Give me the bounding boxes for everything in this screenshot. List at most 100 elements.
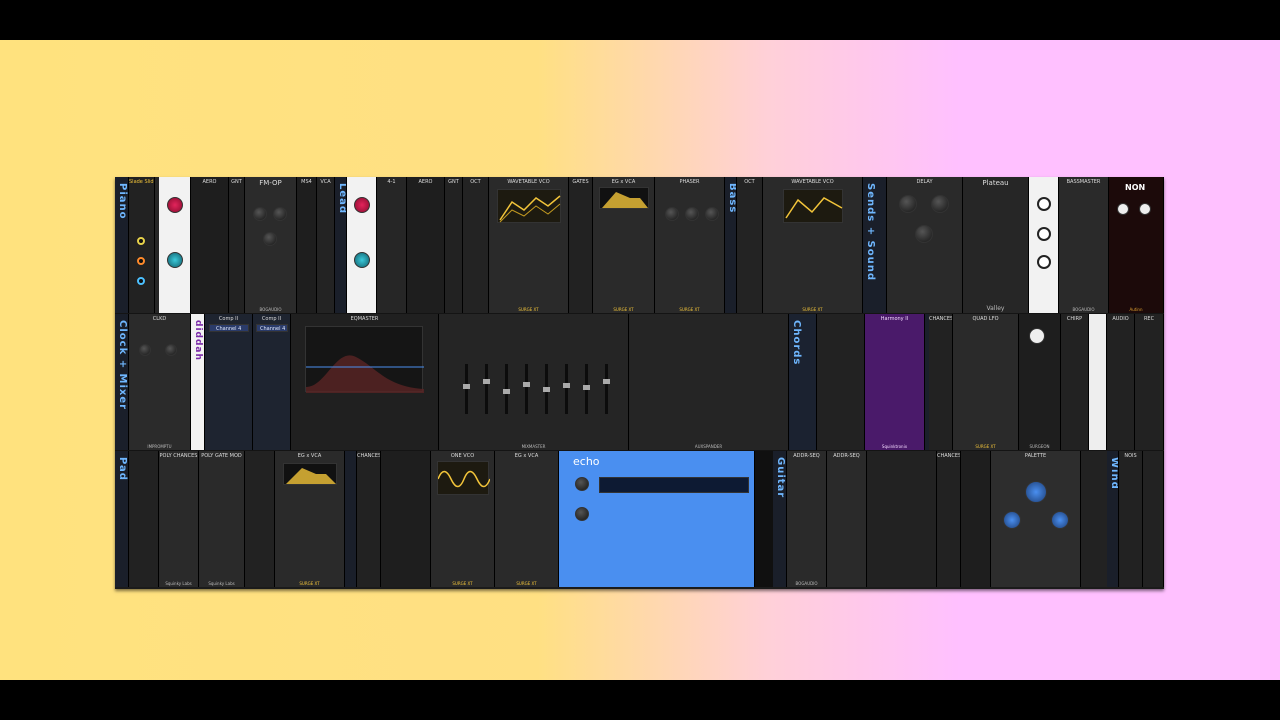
module-chances[interactable]: CHANCES — [929, 314, 953, 450]
module-plateau[interactable]: Plateau Valley — [963, 177, 1029, 313]
mixer-fader[interactable] — [583, 364, 590, 414]
module-end[interactable] — [1143, 451, 1164, 587]
module-poly-gate-mod[interactable]: POLY GATE MOD Squinky Labs — [199, 451, 245, 587]
module-chances-b[interactable]: CHANCES — [357, 451, 381, 587]
module-eg-vca-c[interactable]: EG x VCA SURGE XT — [495, 451, 559, 587]
module-misc[interactable] — [961, 451, 991, 587]
module-quad-lfo[interactable]: QUAD LFO SURGE XT — [953, 314, 1019, 450]
module-rec[interactable]: REC — [1135, 314, 1164, 450]
mixer-fader[interactable] — [523, 364, 530, 414]
module-light[interactable]: SURGEON — [1019, 314, 1061, 450]
knob[interactable] — [354, 252, 370, 268]
jack[interactable] — [137, 237, 145, 245]
knob[interactable] — [273, 207, 287, 221]
module-fm-op[interactable]: FM-OP BOGAUDIO — [245, 177, 297, 313]
module-one-vco[interactable]: ONE VCO SURGE XT — [431, 451, 495, 587]
knob[interactable] — [139, 344, 151, 356]
module-auxspander[interactable]: AUXSPANDER — [629, 314, 789, 450]
section-label-piano: Piano — [115, 177, 129, 313]
knob[interactable] — [1037, 255, 1051, 269]
knob[interactable] — [1025, 481, 1047, 503]
mixer-fader[interactable] — [543, 364, 550, 414]
module-mixmaster[interactable]: MIXMASTER — [439, 314, 629, 450]
module-non[interactable]: NON Autinn — [1109, 177, 1164, 313]
module-eqmaster[interactable]: EQMASTER — [291, 314, 439, 450]
module-harmony-ii[interactable]: Harmony II Squinktronix — [865, 314, 925, 450]
module-aero-c[interactable] — [381, 451, 431, 587]
mixer-fader[interactable] — [463, 364, 470, 414]
knob[interactable] — [1037, 227, 1051, 241]
mixer-fader[interactable] — [483, 364, 490, 414]
knob[interactable] — [899, 195, 917, 213]
module-seq-b[interactable] — [129, 451, 159, 587]
module-phaser[interactable]: PHASER SURGE XT — [655, 177, 725, 313]
module-addr-seq-b[interactable]: ADDR-SEQ — [827, 451, 867, 587]
module-brand: SURGE XT — [802, 307, 823, 312]
knob[interactable] — [575, 477, 589, 491]
knob[interactable] — [1117, 203, 1129, 215]
knob[interactable] — [1051, 511, 1069, 529]
module-diddah[interactable]: diddah — [191, 314, 205, 450]
mixer-fader[interactable] — [563, 364, 570, 414]
module-white-strip[interactable] — [1089, 314, 1107, 450]
module-slade-slider[interactable]: Slade Slider — [129, 177, 155, 313]
module-echo[interactable]: echo — [559, 451, 755, 587]
module-comp-ii-a[interactable]: Comp II Channel 4 — [205, 314, 253, 450]
module-title: PHASER — [679, 179, 700, 185]
module-delay[interactable]: DELAY — [887, 177, 963, 313]
module-aero[interactable]: AERO — [191, 177, 229, 313]
knob[interactable] — [253, 207, 267, 221]
module-4-1-b[interactable]: 4-1 — [377, 177, 407, 313]
module-white-panel-3[interactable] — [1029, 177, 1059, 313]
knob[interactable] — [575, 507, 589, 521]
module-ms4[interactable]: MS4 — [297, 177, 317, 313]
module-seq-c[interactable] — [867, 451, 937, 587]
module-title: echo — [573, 455, 600, 468]
module-blank[interactable] — [245, 451, 275, 587]
module-chances-c[interactable]: CHANCES — [937, 451, 961, 587]
module-brand: SURGE XT — [613, 307, 634, 312]
module-eg-vca[interactable]: EG x VCA SURGE XT — [593, 177, 655, 313]
module-wavetable-vco-b[interactable]: WAVETABLE VCO SURGE XT — [763, 177, 863, 313]
knob[interactable] — [1139, 203, 1151, 215]
module-title: CHANCES — [937, 453, 960, 459]
module-gnt[interactable]: GNT — [229, 177, 245, 313]
knob[interactable] — [1029, 328, 1045, 344]
module-gates[interactable]: GATES — [569, 177, 593, 313]
module-gnt-b[interactable]: GNT — [445, 177, 463, 313]
module-palette[interactable]: PALETTE — [991, 451, 1081, 587]
knob[interactable] — [1037, 197, 1051, 211]
module-nois[interactable]: NOIS — [1119, 451, 1143, 587]
module-eg-vca-b[interactable]: EG x VCA SURGE XT — [275, 451, 345, 587]
module-seq[interactable] — [817, 314, 865, 450]
module-vca[interactable]: VCA — [317, 177, 335, 313]
mixer-fader[interactable] — [603, 364, 610, 414]
knob[interactable] — [685, 207, 699, 221]
module-white-panel[interactable] — [159, 177, 191, 313]
knob[interactable] — [1003, 511, 1021, 529]
module-white-panel-2[interactable] — [347, 177, 377, 313]
knob[interactable] — [263, 232, 277, 246]
module-chirp[interactable]: CHIRP — [1061, 314, 1089, 450]
module-aero-b[interactable]: AERO — [407, 177, 445, 313]
knob[interactable] — [665, 207, 679, 221]
module-oct-b[interactable]: OCT — [737, 177, 763, 313]
module-audio[interactable]: AUDIO — [1107, 314, 1135, 450]
jack[interactable] — [137, 257, 145, 265]
module-bassmaster[interactable]: BASSMASTER BOGAUDIO — [1059, 177, 1109, 313]
jack[interactable] — [137, 277, 145, 285]
module-comp-ii-b[interactable]: Comp II Channel 4 — [253, 314, 291, 450]
knob[interactable] — [167, 252, 183, 268]
knob[interactable] — [705, 207, 719, 221]
module-clkd[interactable]: CLKD IMPROMPTU — [129, 314, 191, 450]
mixer-fader[interactable] — [503, 364, 510, 414]
module-oct[interactable]: OCT — [463, 177, 489, 313]
module-wavetable-vco[interactable]: WAVETABLE VCO SURGE XT — [489, 177, 569, 313]
knob[interactable] — [931, 195, 949, 213]
knob[interactable] — [354, 197, 370, 213]
module-poly-chances[interactable]: POLY CHANCES Squinky Labs — [159, 451, 199, 587]
knob[interactable] — [165, 344, 177, 356]
knob[interactable] — [167, 197, 183, 213]
knob[interactable] — [915, 225, 933, 243]
module-addr-seq[interactable]: ADDR-SEQ BOGAUDIO — [787, 451, 827, 587]
